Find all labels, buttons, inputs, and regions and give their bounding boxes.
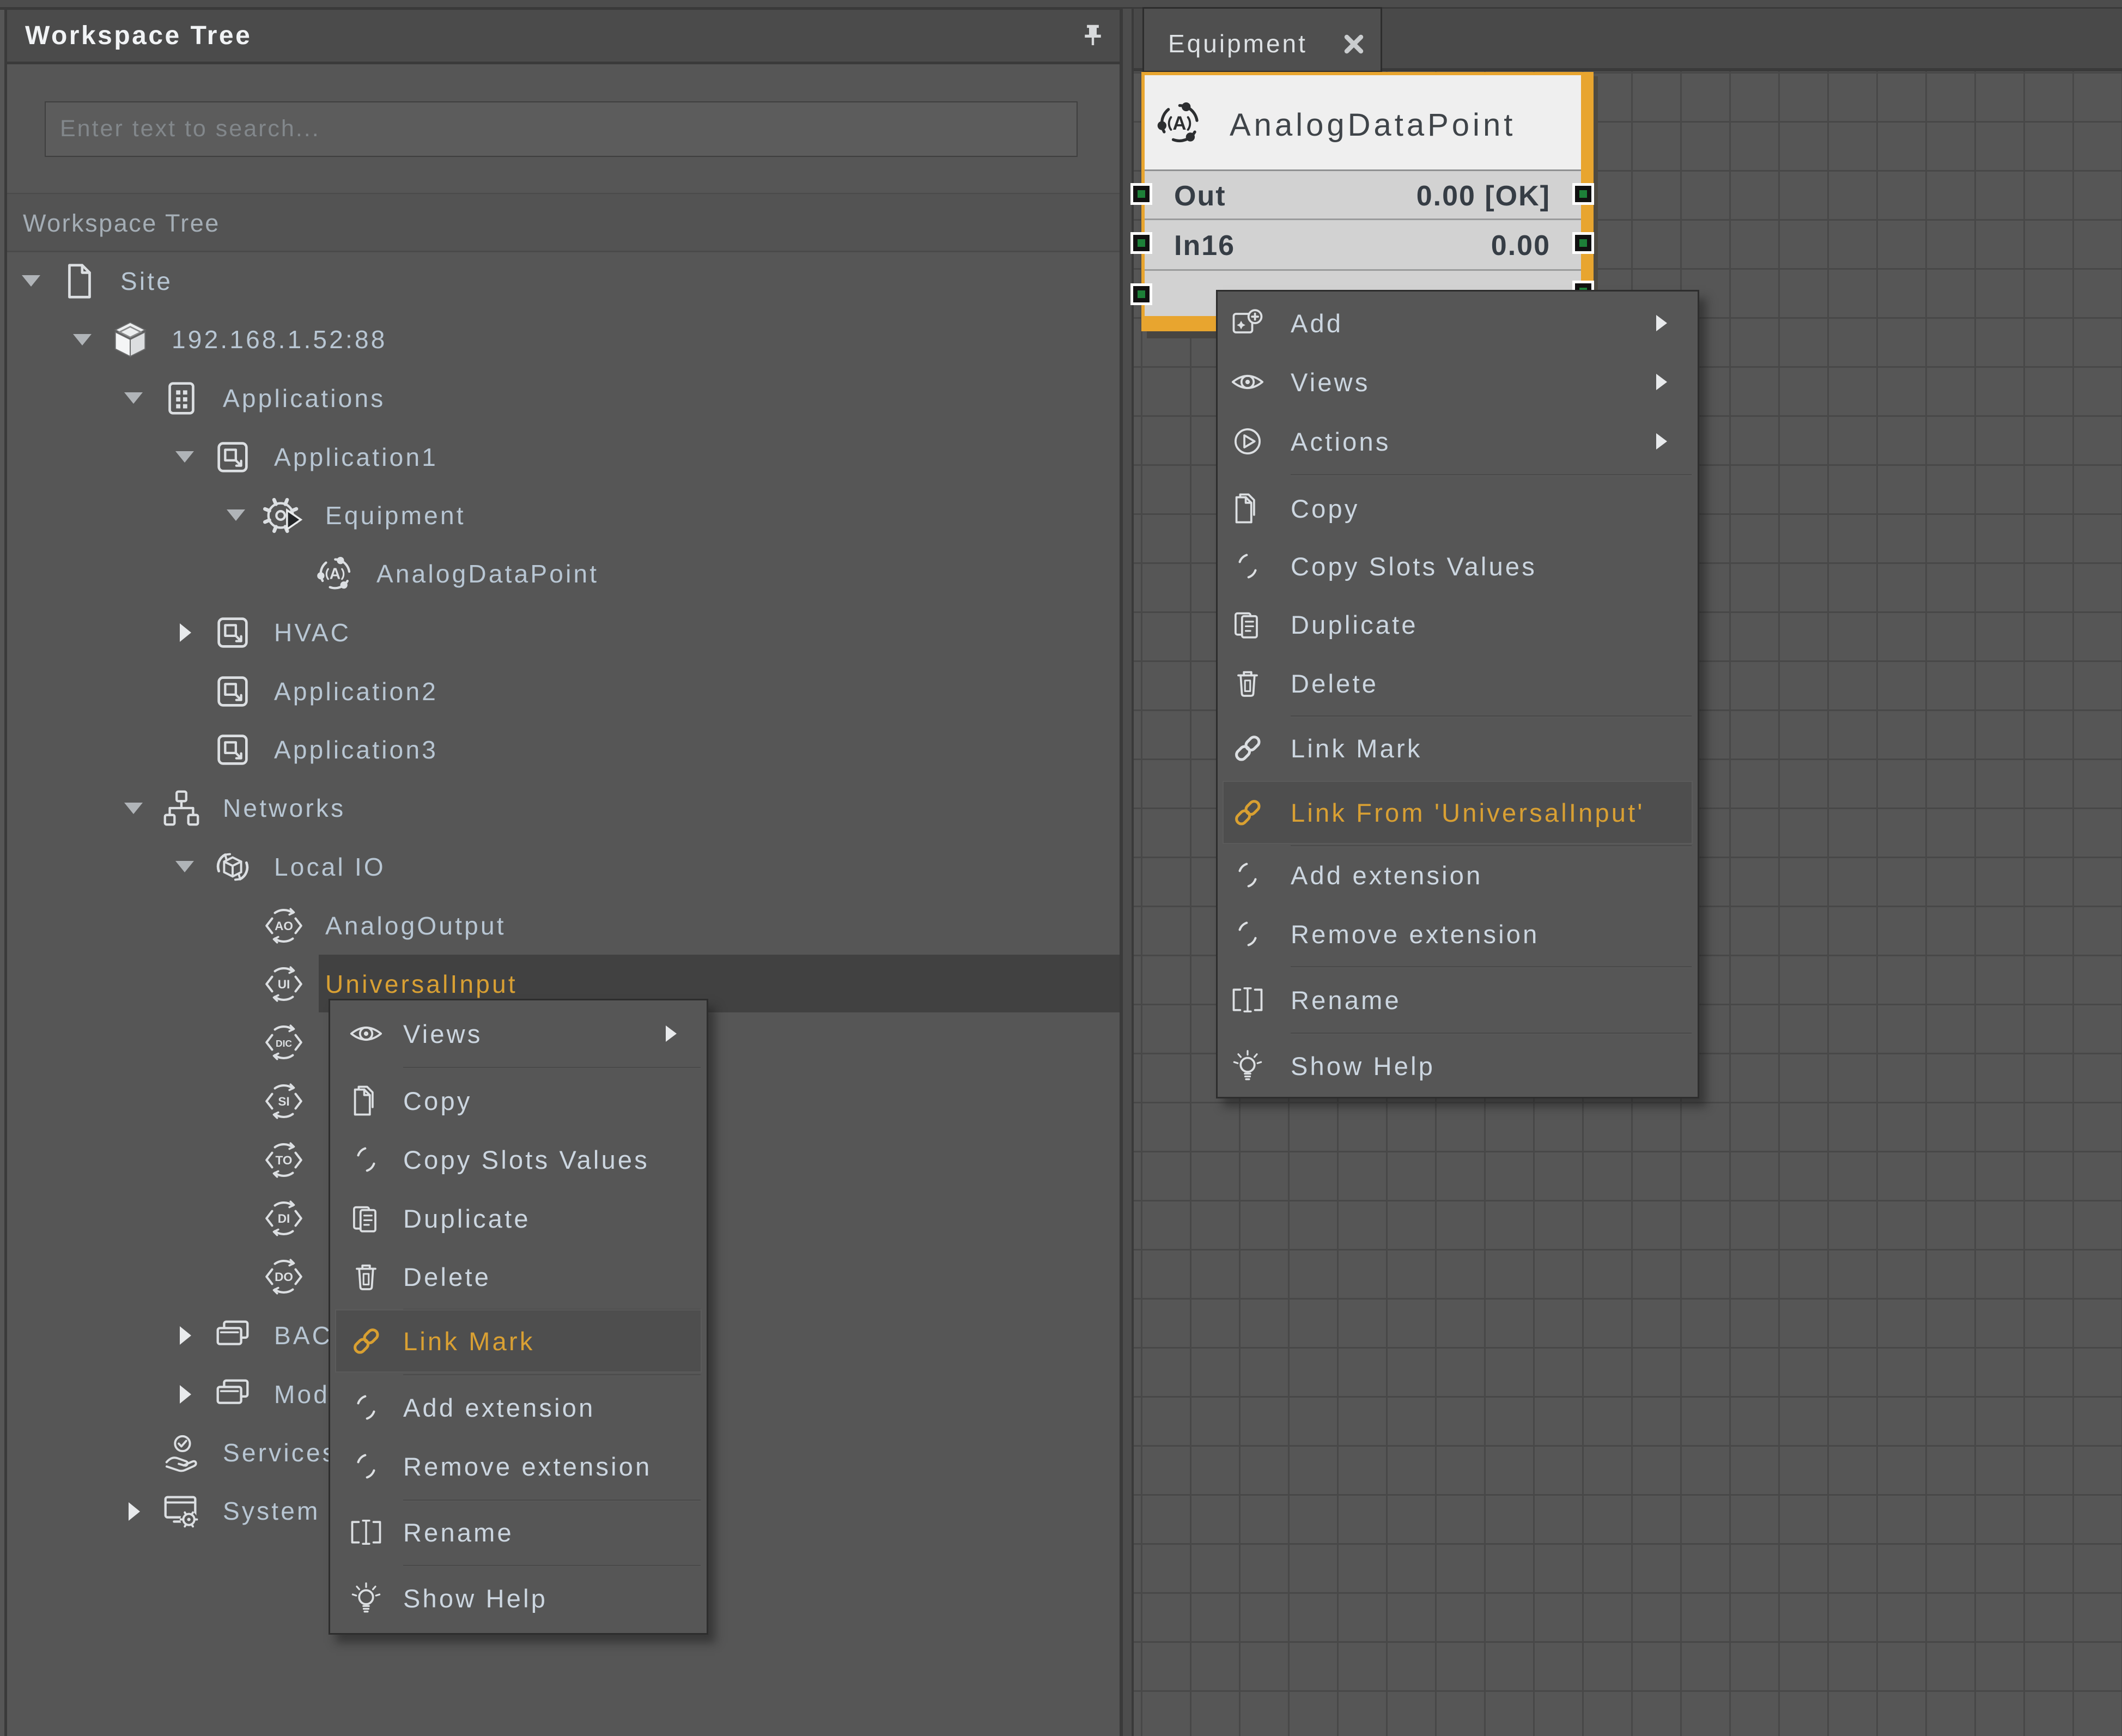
svg-text:A: A <box>330 565 341 582</box>
svg-text:DO: DO <box>275 1270 293 1284</box>
svg-text:DIC: DIC <box>276 1038 292 1049</box>
svg-text:UI: UI <box>278 978 290 991</box>
svg-text:A: A <box>1172 113 1186 134</box>
svg-text:SI: SI <box>278 1095 289 1108</box>
svg-text:DI: DI <box>278 1212 290 1225</box>
svg-text:AO: AO <box>275 919 293 933</box>
svg-text:TO: TO <box>276 1154 293 1167</box>
